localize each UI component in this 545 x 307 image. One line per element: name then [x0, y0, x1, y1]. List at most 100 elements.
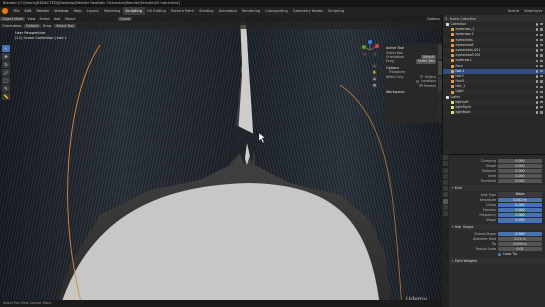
render-camera-icon[interactable] [540, 23, 543, 26]
view-menu[interactable]: View [25, 17, 37, 21]
property-value-field[interactable]: 0.000 [498, 218, 542, 223]
render-camera-icon[interactable] [540, 44, 543, 47]
render-camera-icon[interactable] [540, 90, 543, 93]
object-menu[interactable]: Object [62, 17, 77, 21]
property-value-field[interactable]: 0.01 m [498, 236, 542, 241]
tool-props-tab-icon[interactable] [443, 155, 448, 161]
workspace-tab-rendering[interactable]: Rendering [239, 7, 262, 15]
workspace-tab-animation[interactable]: Animation [216, 7, 239, 15]
filter-icon[interactable]: ⚲ [445, 17, 448, 21]
visibility-eye-icon[interactable] [535, 49, 539, 52]
menu-edit[interactable]: Edit [22, 7, 34, 15]
workspace-tab-compositing[interactable]: Compositing [263, 7, 291, 15]
output-props-tab-icon[interactable] [443, 167, 448, 173]
render-camera-icon[interactable] [540, 49, 543, 52]
sidebar-tab-view[interactable] [438, 77, 442, 91]
property-value-field[interactable]: 0.000 [498, 163, 542, 168]
field-weights-section-header[interactable]: Field Weights [443, 258, 545, 264]
property-value-field[interactable]: 0.005 m [498, 241, 542, 247]
render-camera-icon[interactable] [540, 64, 543, 67]
kink-section-header[interactable]: Kink [443, 184, 545, 191]
property-value-field[interactable]: 0.000 [498, 231, 542, 236]
scale-tool-icon[interactable]: ⤢ [2, 69, 10, 76]
visibility-eye-icon[interactable] [535, 95, 539, 99]
property-dropdown[interactable]: Wave [498, 192, 542, 197]
physics-props-tab-icon[interactable] [443, 204, 448, 210]
camera-view-icon[interactable]: ◉ [372, 76, 377, 81]
visibility-eye-icon[interactable] [535, 90, 539, 94]
visibility-eye-icon[interactable] [535, 111, 539, 115]
property-value-field[interactable]: 0.000 [498, 202, 542, 207]
visibility-eye-icon[interactable] [535, 80, 539, 83]
render-camera-icon[interactable] [540, 85, 543, 88]
drag-dropdown[interactable]: Select Box [54, 23, 76, 28]
perspective-toggle-icon[interactable]: ▦ [372, 82, 377, 88]
visibility-eye-icon[interactable] [535, 75, 539, 78]
close-tip-checkbox[interactable]: Close Tip [498, 252, 517, 256]
render-camera-icon[interactable] [540, 106, 543, 109]
property-value-field[interactable]: 0.000 [498, 168, 542, 174]
move-tool-icon[interactable]: ✥ [2, 53, 10, 60]
visibility-eye-icon[interactable] [535, 64, 539, 68]
measure-tool-icon[interactable]: 📏 [2, 93, 10, 100]
visibility-eye-icon[interactable] [535, 28, 539, 32]
render-camera-icon[interactable] [540, 75, 543, 78]
visibility-eye-icon[interactable] [535, 101, 539, 104]
workspace-tab-layout[interactable]: Layout [84, 7, 101, 15]
property-value-field[interactable]: 0.01 [498, 247, 542, 252]
particle-props-tab-icon[interactable] [443, 198, 448, 204]
visibility-eye-icon[interactable] [535, 38, 539, 42]
npanel-drag-dropdown[interactable]: Select Box [416, 59, 436, 64]
visibility-eye-icon[interactable] [535, 23, 539, 26]
view-layer-selector[interactable]: ViewLayer [521, 7, 545, 15]
workspace-tab-modeling[interactable]: Modeling [101, 7, 122, 15]
scene-props-tab-icon[interactable] [443, 173, 448, 179]
property-value-field[interactable]: 0.000 [498, 158, 542, 163]
object-props-tab-icon[interactable] [443, 186, 448, 192]
outliner-scene-collection[interactable]: Scene Collection [450, 17, 477, 21]
visibility-eye-icon[interactable] [535, 106, 539, 109]
cursor-tool-icon[interactable]: ↖ [2, 45, 10, 52]
render-camera-icon[interactable] [540, 38, 543, 42]
sidebar-tab-tool[interactable] [438, 61, 442, 75]
property-value-field[interactable]: 2.000 [498, 213, 542, 218]
add-menu[interactable]: Add [52, 17, 63, 21]
render-camera-icon[interactable] [540, 54, 543, 57]
modifier-props-tab-icon[interactable] [443, 192, 448, 198]
visibility-eye-icon[interactable] [535, 69, 539, 73]
visibility-eye-icon[interactable] [535, 44, 539, 47]
property-value-field[interactable]: 0.000 [498, 174, 542, 179]
viewport-options-menu[interactable]: Options [425, 17, 442, 21]
zoom-icon[interactable]: + [372, 63, 377, 68]
world-props-tab-icon[interactable] [443, 179, 448, 185]
menu-help[interactable]: Help [71, 7, 84, 15]
menu-window[interactable]: Window [52, 7, 71, 15]
pan-hand-icon[interactable]: ✋ [372, 69, 377, 75]
blender-logo-icon[interactable] [2, 8, 8, 14]
render-props-tab-icon[interactable] [443, 161, 448, 167]
render-camera-icon[interactable] [540, 95, 543, 99]
navigation-gizmo-icon[interactable] [360, 40, 380, 60]
workspace-tab-texture-paint[interactable]: Texture Paint [168, 7, 196, 15]
render-camera-icon[interactable] [540, 33, 543, 36]
render-camera-icon[interactable] [540, 28, 543, 31]
sidebar-tab-item[interactable] [438, 45, 442, 59]
orientation-dropdown[interactable]: Default [24, 23, 41, 28]
visibility-eye-icon[interactable] [535, 59, 539, 63]
rotate-tool-icon[interactable]: ↻ [2, 61, 10, 68]
hair-shape-section-header[interactable]: Hair Shape [443, 224, 545, 231]
visibility-eye-icon[interactable] [535, 85, 539, 89]
mode-selector[interactable]: Object Mode [0, 16, 26, 21]
property-value-field[interactable]: 0.000 [498, 179, 542, 184]
workspace-tab-uv-editing[interactable]: UV Editing [145, 7, 169, 15]
menu-file[interactable]: File [11, 7, 22, 15]
render-camera-icon[interactable] [540, 80, 543, 83]
workspace-tab-shading[interactable]: Shading [196, 7, 216, 15]
transform-tool-icon[interactable]: ⬚ [2, 77, 10, 84]
workspace-section[interactable]: Workspace [386, 90, 436, 95]
workspace-tab-sculpting[interactable]: Sculpting [122, 7, 145, 15]
annotate-tool-icon[interactable]: ✎ [2, 85, 10, 92]
render-camera-icon[interactable] [540, 101, 543, 104]
3d-viewport[interactable]: Object Mode View Select Add Object Globa… [0, 15, 442, 307]
property-value-field[interactable]: 0.012 m [498, 197, 542, 202]
